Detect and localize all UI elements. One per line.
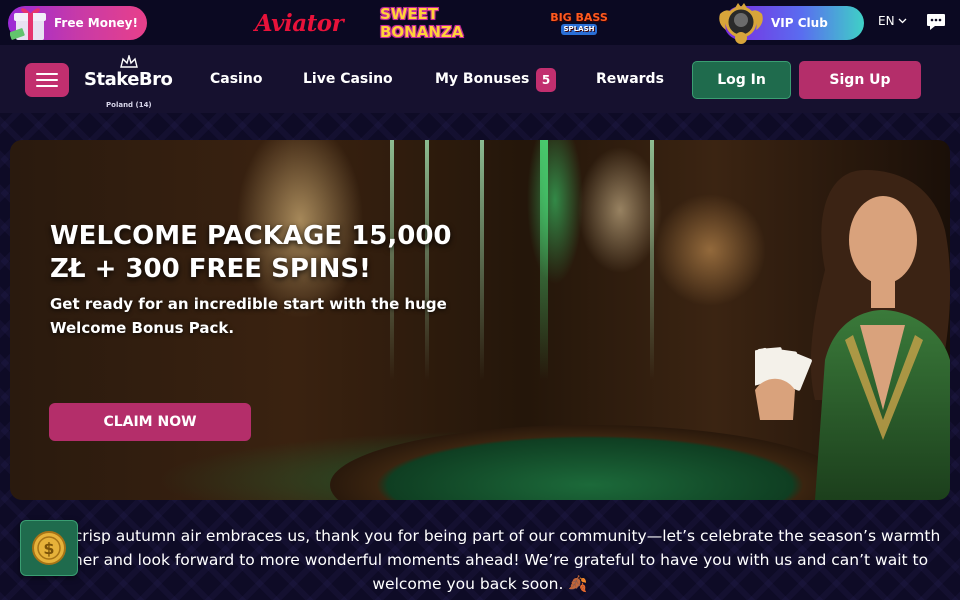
- hero-banner: WELCOME PACKAGE 15,000 ZŁ + 300 FREE SPI…: [10, 140, 950, 500]
- vip-club-label: VIP Club: [771, 16, 828, 30]
- main-nav: StakeBro Poland (14) Casino Live Casino …: [0, 45, 960, 113]
- hero-light-streak: [480, 140, 484, 380]
- bonus-count-badge: 5: [536, 68, 556, 92]
- big-bass-splash-logo[interactable]: BIG BASS SPLASH: [546, 6, 612, 40]
- hero-light-streak: [540, 140, 548, 380]
- sweet-bonanza-logo-text: SWEET BONANZA: [380, 5, 464, 41]
- menu-icon-line: [36, 73, 58, 75]
- big-bass-logo-subtitle: SPLASH: [560, 23, 598, 35]
- seasonal-message: As the crisp autumn air embraces us, tha…: [19, 527, 941, 593]
- promo-bar: Free Money! Aviator SWEET BONANZA BIG BA…: [0, 0, 960, 45]
- nav-my-bonuses[interactable]: My Bonuses: [435, 71, 529, 87]
- signup-button[interactable]: Sign Up: [799, 61, 921, 99]
- aviator-logo[interactable]: Aviator: [252, 6, 346, 40]
- brand-region: Poland (14): [106, 101, 152, 109]
- crown-icon: [120, 55, 138, 68]
- nav-live-casino[interactable]: Live Casino: [303, 71, 393, 87]
- gift-icon: [10, 8, 46, 40]
- free-money-label: Free Money!: [54, 16, 138, 30]
- language-label: EN: [878, 14, 895, 28]
- language-selector[interactable]: EN: [878, 14, 907, 28]
- rewards-coin-button[interactable]: $: [20, 520, 78, 576]
- chat-icon[interactable]: [926, 13, 946, 31]
- free-money-button[interactable]: Free Money!: [8, 6, 147, 40]
- vip-club-button[interactable]: VIP Club: [719, 3, 864, 44]
- hero-title: WELCOME PACKAGE 15,000 ZŁ + 300 FREE SPI…: [50, 221, 452, 284]
- coin-icon: $: [32, 531, 66, 565]
- sweet-bonanza-logo[interactable]: SWEET BONANZA: [380, 5, 512, 41]
- menu-icon-line: [36, 85, 58, 87]
- aviator-logo-text: Aviator: [254, 9, 344, 37]
- brand-logo[interactable]: StakeBro: [84, 69, 173, 90]
- vip-badge-icon: [719, 3, 763, 44]
- nav-rewards[interactable]: Rewards: [596, 71, 664, 87]
- svg-text:$: $: [43, 539, 54, 558]
- menu-icon-line: [36, 79, 58, 81]
- chevron-down-icon: [898, 18, 907, 24]
- claim-now-button[interactable]: CLAIM NOW: [49, 403, 251, 441]
- menu-button[interactable]: [25, 63, 69, 97]
- hero-subtitle: Get ready for an incredible start with t…: [50, 295, 447, 337]
- nav-casino[interactable]: Casino: [210, 71, 262, 87]
- big-bass-logo-text: BIG BASS: [550, 10, 608, 24]
- hero-light-streak: [650, 140, 654, 380]
- hero-dealer-image: [755, 170, 950, 500]
- login-button[interactable]: Log In: [692, 61, 791, 99]
